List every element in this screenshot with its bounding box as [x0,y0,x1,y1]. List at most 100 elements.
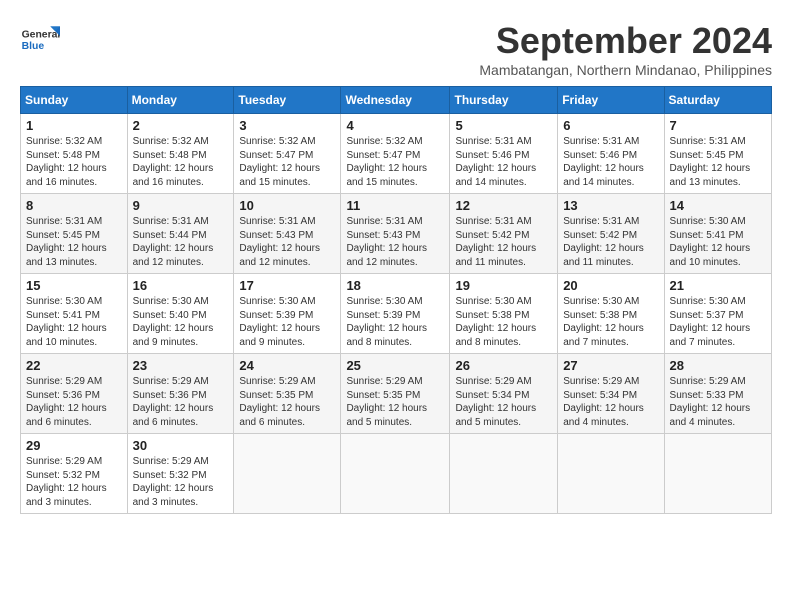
day-number: 23 [133,358,229,373]
cell-info: Sunrise: 5:31 AM Sunset: 5:42 PM Dayligh… [455,215,552,269]
calendar-cell: 16 Sunrise: 5:30 AM Sunset: 5:40 PM Dayli… [127,274,234,354]
cell-info: Sunrise: 5:32 AM Sunset: 5:47 PM Dayligh… [346,135,444,189]
cell-info: Sunrise: 5:32 AM Sunset: 5:48 PM Dayligh… [26,135,122,189]
calendar-cell: 7Sunrise: 5:31 AM Sunset: 5:45 PM Daylig… [664,114,771,194]
calendar-cell: 11 Sunrise: 5:31 AM Sunset: 5:43 PM Dayli… [341,194,450,274]
calendar-cell: 25 Sunrise: 5:29 AM Sunset: 5:35 PM Dayli… [341,354,450,434]
day-header-saturday: Saturday [664,87,771,114]
cell-info: Sunrise: 5:31 AM Sunset: 5:44 PM Dayligh… [133,215,229,269]
day-number: 3 [239,118,335,133]
day-number: 20 [563,278,658,293]
calendar-cell: 6 Sunrise: 5:31 AM Sunset: 5:46 PM Daylig… [558,114,664,194]
calendar-cell [234,434,341,514]
day-number: 22 [26,358,122,373]
day-number: 26 [455,358,552,373]
day-number: 19 [455,278,552,293]
cell-info: Sunrise: 5:29 AM Sunset: 5:32 PM Dayligh… [133,455,229,509]
calendar-cell: 20 Sunrise: 5:30 AM Sunset: 5:38 PM Dayli… [558,274,664,354]
day-number: 9 [133,198,229,213]
cell-info: Sunrise: 5:30 AM Sunset: 5:41 PM Dayligh… [670,215,766,269]
calendar-cell: 13 Sunrise: 5:31 AM Sunset: 5:42 PM Dayli… [558,194,664,274]
svg-text:General: General [22,30,60,41]
logo: General Blue [20,20,60,60]
day-number: 25 [346,358,444,373]
calendar-cell: 1 Sunrise: 5:32 AM Sunset: 5:48 PM Daylig… [21,114,128,194]
cell-info: Sunrise: 5:30 AM Sunset: 5:38 PM Dayligh… [563,295,658,349]
cell-info: Sunrise: 5:29 AM Sunset: 5:34 PM Dayligh… [563,375,658,429]
calendar-cell [341,434,450,514]
cell-info: Sunrise: 5:29 AM Sunset: 5:34 PM Dayligh… [455,375,552,429]
day-number: 24 [239,358,335,373]
calendar-cell: 14Sunrise: 5:30 AM Sunset: 5:41 PM Dayli… [664,194,771,274]
day-number: 6 [563,118,658,133]
cell-info: Sunrise: 5:29 AM Sunset: 5:33 PM Dayligh… [670,375,766,429]
day-number: 8 [26,198,122,213]
cell-info: Sunrise: 5:29 AM Sunset: 5:32 PM Dayligh… [26,455,122,509]
cell-info: Sunrise: 5:31 AM Sunset: 5:46 PM Dayligh… [455,135,552,189]
day-number: 15 [26,278,122,293]
cell-info: Sunrise: 5:30 AM Sunset: 5:41 PM Dayligh… [26,295,122,349]
calendar-cell: 3 Sunrise: 5:32 AM Sunset: 5:47 PM Daylig… [234,114,341,194]
cell-info: Sunrise: 5:29 AM Sunset: 5:36 PM Dayligh… [26,375,122,429]
calendar-cell [450,434,558,514]
day-number: 12 [455,198,552,213]
day-number: 18 [346,278,444,293]
day-header-sunday: Sunday [21,87,128,114]
calendar-cell: 17 Sunrise: 5:30 AM Sunset: 5:39 PM Dayli… [234,274,341,354]
calendar-cell: 12 Sunrise: 5:31 AM Sunset: 5:42 PM Dayli… [450,194,558,274]
calendar-cell: 24 Sunrise: 5:29 AM Sunset: 5:35 PM Dayli… [234,354,341,434]
cell-info: Sunrise: 5:31 AM Sunset: 5:43 PM Dayligh… [239,215,335,269]
calendar-cell: 9 Sunrise: 5:31 AM Sunset: 5:44 PM Daylig… [127,194,234,274]
day-header-thursday: Thursday [450,87,558,114]
day-number: 1 [26,118,122,133]
day-number: 28 [670,358,766,373]
day-header-friday: Friday [558,87,664,114]
day-number: 7 [670,118,766,133]
cell-info: Sunrise: 5:29 AM Sunset: 5:35 PM Dayligh… [239,375,335,429]
svg-text:Blue: Blue [22,41,45,52]
day-number: 16 [133,278,229,293]
calendar-cell: 21 Sunrise: 5:30 AM Sunset: 5:37 PM Dayli… [664,274,771,354]
month-title: September 2024 [479,20,772,62]
calendar-cell: 30Sunrise: 5:29 AM Sunset: 5:32 PM Dayli… [127,434,234,514]
cell-info: Sunrise: 5:29 AM Sunset: 5:35 PM Dayligh… [346,375,444,429]
day-number: 5 [455,118,552,133]
location-title: Mambatangan, Northern Mindanao, Philippi… [479,62,772,78]
calendar-cell: 27Sunrise: 5:29 AM Sunset: 5:34 PM Dayli… [558,354,664,434]
calendar-table: SundayMondayTuesdayWednesdayThursdayFrid… [20,86,772,514]
day-number: 29 [26,438,122,453]
cell-info: Sunrise: 5:30 AM Sunset: 5:40 PM Dayligh… [133,295,229,349]
calendar-cell: 26 Sunrise: 5:29 AM Sunset: 5:34 PM Dayli… [450,354,558,434]
calendar-cell: 19 Sunrise: 5:30 AM Sunset: 5:38 PM Dayli… [450,274,558,354]
calendar-cell: 10 Sunrise: 5:31 AM Sunset: 5:43 PM Dayli… [234,194,341,274]
calendar-cell: 22 Sunrise: 5:29 AM Sunset: 5:36 PM Dayli… [21,354,128,434]
calendar-cell [664,434,771,514]
calendar-cell: 2 Sunrise: 5:32 AM Sunset: 5:48 PM Daylig… [127,114,234,194]
cell-info: Sunrise: 5:30 AM Sunset: 5:39 PM Dayligh… [239,295,335,349]
day-header-monday: Monday [127,87,234,114]
day-number: 2 [133,118,229,133]
cell-info: Sunrise: 5:31 AM Sunset: 5:43 PM Dayligh… [346,215,444,269]
calendar-cell: 15 Sunrise: 5:30 AM Sunset: 5:41 PM Dayli… [21,274,128,354]
cell-info: Sunrise: 5:31 AM Sunset: 5:46 PM Dayligh… [563,135,658,189]
day-number: 10 [239,198,335,213]
day-header-tuesday: Tuesday [234,87,341,114]
cell-info: Sunrise: 5:29 AM Sunset: 5:36 PM Dayligh… [133,375,229,429]
cell-info: Sunrise: 5:30 AM Sunset: 5:37 PM Dayligh… [670,295,766,349]
cell-info: Sunrise: 5:32 AM Sunset: 5:47 PM Dayligh… [239,135,335,189]
cell-info: Sunrise: 5:31 AM Sunset: 5:42 PM Dayligh… [563,215,658,269]
cell-info: Sunrise: 5:30 AM Sunset: 5:38 PM Dayligh… [455,295,552,349]
cell-info: Sunrise: 5:32 AM Sunset: 5:48 PM Dayligh… [133,135,229,189]
day-number: 17 [239,278,335,293]
calendar-cell: 8Sunrise: 5:31 AM Sunset: 5:45 PM Daylig… [21,194,128,274]
calendar-cell: 29 Sunrise: 5:29 AM Sunset: 5:32 PM Dayli… [21,434,128,514]
day-number: 21 [670,278,766,293]
calendar-cell: 18 Sunrise: 5:30 AM Sunset: 5:39 PM Dayli… [341,274,450,354]
cell-info: Sunrise: 5:30 AM Sunset: 5:39 PM Dayligh… [346,295,444,349]
calendar-cell: 23 Sunrise: 5:29 AM Sunset: 5:36 PM Dayli… [127,354,234,434]
day-number: 13 [563,198,658,213]
day-header-wednesday: Wednesday [341,87,450,114]
day-number: 4 [346,118,444,133]
day-number: 11 [346,198,444,213]
calendar-cell: 4 Sunrise: 5:32 AM Sunset: 5:47 PM Daylig… [341,114,450,194]
